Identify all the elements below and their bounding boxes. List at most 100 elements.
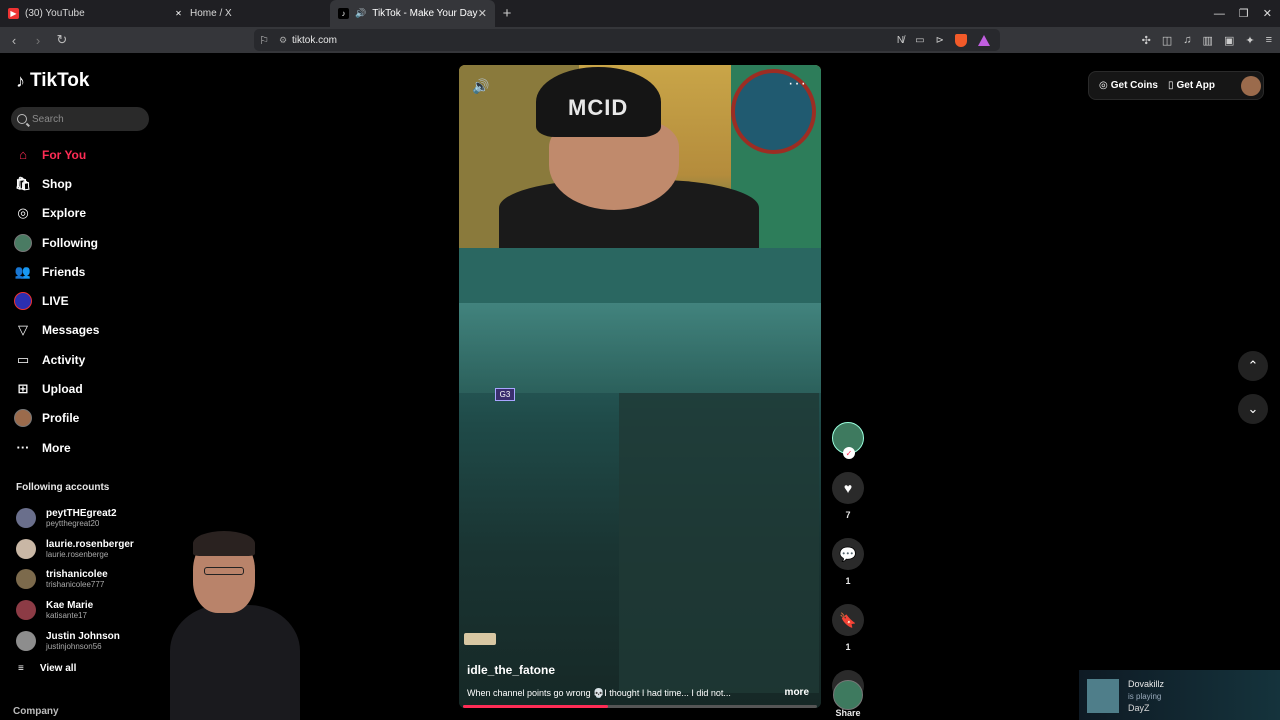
bookmark-icon[interactable]: ⚐ [254,34,274,47]
new-tab-button[interactable]: + [495,5,519,22]
sound-avatar[interactable] [833,680,863,710]
extensions-icon[interactable]: ✣ [1142,34,1151,47]
close-window-icon[interactable]: ✕ [1263,7,1272,20]
bookmark-icon: 🔖 [832,604,864,636]
account-item[interactable]: trishanicolee trishanicolee777 [16,564,134,595]
video-divider [459,248,821,303]
speaker-icon: 🔊 [355,8,367,18]
sidebar-item-shop[interactable]: 🛍 Shop [14,169,99,198]
restore-icon[interactable]: ❐ [1239,7,1249,20]
address-bar-actions: N̸ ▭ ⊳ [897,29,990,51]
next-video-button[interactable]: ⌄ [1238,394,1268,424]
account-name: trishanicolee [46,569,108,581]
shop-icon: 🛍 [14,175,32,191]
sidebar-item-label: Following [42,235,98,250]
now-playing-notification[interactable]: Dovakillz is playing DayZ [1079,670,1280,720]
following-accounts-list: peytTHEgreat2 peytthegreat20 laurie.rose… [16,503,134,656]
sidebar-item-profile[interactable]: Profile [14,404,99,433]
tab-title: TikTok - Make Your Day [372,8,478,19]
video-actions: ✓ ♥ 7 💬 1 🔖 1 ➦ Share [832,422,864,718]
close-tab-icon[interactable]: ✕ [478,7,487,20]
friends-icon: 👥 [14,263,32,279]
wallet-icon[interactable]: ▣ [1224,34,1234,47]
cast-icon[interactable]: ▭ [915,35,924,46]
sidebar-item-label: Explore [42,206,87,221]
tab-tiktok[interactable]: ♪ 🔊 TikTok - Make Your Day ✕ [330,0,495,27]
get-app-button[interactable]: ▯ Get App [1168,80,1215,91]
site-info-icon[interactable]: ⚙ [274,35,292,46]
video-progress[interactable] [463,705,817,708]
send-to-icon[interactable]: ⊳ [936,35,944,46]
video-gameplay [459,303,821,708]
like-count: 7 [845,510,851,520]
more-options-icon[interactable]: ··· [788,75,807,93]
user-avatar[interactable] [1241,75,1261,96]
search-input[interactable]: Search [11,107,149,131]
sidebar-item-upload[interactable]: ⊞ Upload [14,374,99,403]
back-icon[interactable]: ‹ [4,33,24,48]
url-text[interactable]: tiktok.com [292,35,337,46]
minimize-icon[interactable]: — [1214,8,1225,20]
media-icon[interactable]: ♫ [1183,34,1191,46]
translate-icon[interactable]: N̸ [897,35,904,46]
account-username: katisante17 [46,611,87,621]
account-item[interactable]: Kae Marie katisante17 [16,595,134,626]
sidebar-item-live[interactable]: LIVE [14,286,99,315]
activity-icon: ▭ [16,351,30,367]
save-count: 1 [845,642,851,652]
comment-button[interactable]: 💬 1 [832,538,864,586]
brave-shield-icon[interactable] [955,33,967,47]
top-right-actions: ◎ Get Coins ▯ Get App [1088,71,1264,100]
tab-title: (30) YouTube [25,8,85,19]
video-player[interactable]: MCID G3 🔊 ··· idle_the_fatone When chann… [459,65,821,708]
sidebar-item-friends[interactable]: 👥 Friends [14,257,99,286]
view-all-button[interactable]: ≡ View all [18,663,76,674]
save-button[interactable]: 🔖 1 [832,604,864,652]
leo-icon[interactable]: ✦ [1245,34,1254,47]
gameplay-trees [459,303,821,393]
video-facecam: MCID [459,65,821,250]
brave-rewards-icon[interactable] [978,34,990,46]
volume-icon[interactable]: 🔊 [472,78,489,95]
sidebar-item-for-you[interactable]: ⌂ For You [14,140,99,169]
account-item[interactable]: laurie.rosenberger laurie.rosenberge [16,534,134,565]
account-name: Kae Marie [46,600,94,612]
upload-icon: ⊞ [17,381,29,397]
browser-toolbar: ‹ › ↻ ⚐ ⚙ tiktok.com N̸ ▭ ⊳ ✣ ◫ ♫ ▥ ▣ ✦ … [0,27,1280,53]
account-item[interactable]: Justin Johnson justinjohnson56 [16,625,134,656]
coin-icon: ◎ [1099,80,1108,91]
following-accounts-title: Following accounts [16,482,110,493]
sidebar-item-more[interactable]: ··· More [14,433,99,462]
sidebar-menu: ⌂ For You 🛍 Shop ◎ Explore Following 👥 F… [14,140,99,462]
company-link[interactable]: Company [13,706,59,717]
sidebar-item-messages[interactable]: ▽ Messages [14,316,99,345]
menu-icon[interactable]: ≡ [1266,34,1272,46]
tab-x[interactable]: ✕ Home / X [165,0,330,27]
tab-title: Home / X [190,8,232,19]
reload-icon[interactable]: ↻ [52,32,72,48]
account-item[interactable]: peytTHEgreat2 peytthegreat20 [16,503,134,534]
tiktok-logo[interactable]: ♪ TikTok [16,70,89,92]
webcam-overlay [160,505,310,720]
tiktok-icon: ♪ [338,8,349,19]
forward-icon[interactable]: › [28,33,48,48]
caption-more-button[interactable]: more [785,687,809,698]
account-username: trishanicolee777 [46,580,105,590]
screenshot-icon[interactable]: ◫ [1162,34,1172,47]
sidebar-item-activity[interactable]: ▭ Activity [14,345,99,374]
sidebar-icon[interactable]: ▥ [1203,34,1213,47]
sidebar-item-label: LIVE [42,294,69,309]
previous-video-button[interactable]: ⌃ [1238,351,1268,381]
video-author[interactable]: idle_the_fatone [467,663,555,677]
followed-check-icon[interactable]: ✓ [843,447,855,459]
sidebar-item-following[interactable]: Following [14,228,99,257]
account-name: laurie.rosenberger [46,538,134,550]
get-coins-button[interactable]: ◎ Get Coins [1099,80,1158,91]
x-icon: ✕ [175,9,182,18]
creator-avatar[interactable]: ✓ [832,422,864,459]
address-bar[interactable]: ⚐ ⚙ tiktok.com N̸ ▭ ⊳ [254,29,1000,51]
tab-youtube[interactable]: ▶ (30) YouTube [0,0,165,27]
account-username: justinjohnson56 [46,641,102,651]
like-button[interactable]: ♥ 7 [832,472,864,520]
sidebar-item-explore[interactable]: ◎ Explore [14,199,99,228]
